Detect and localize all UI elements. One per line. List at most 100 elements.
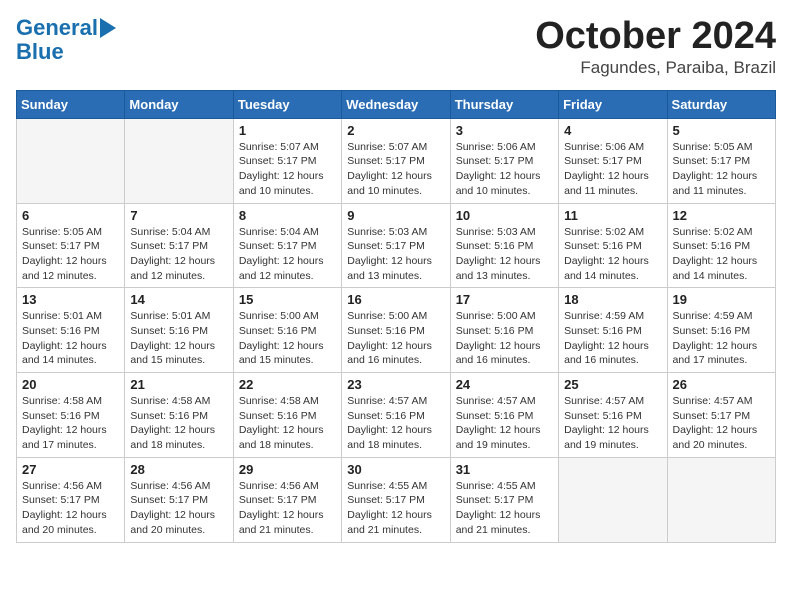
day-number: 27 xyxy=(22,462,119,477)
calendar-cell: 2 Sunrise: 5:07 AM Sunset: 5:17 PM Daylig… xyxy=(342,118,450,203)
day-number: 21 xyxy=(130,377,227,392)
day-info: Sunrise: 5:03 AM Sunset: 5:17 PM Dayligh… xyxy=(347,225,444,284)
day-number: 8 xyxy=(239,208,336,223)
weekday-header: Sunday xyxy=(17,90,125,118)
calendar-week-row: 6 Sunrise: 5:05 AM Sunset: 5:17 PM Daylig… xyxy=(17,203,776,288)
calendar-cell: 11 Sunrise: 5:02 AM Sunset: 5:16 PM Dayli… xyxy=(559,203,667,288)
calendar-cell: 12 Sunrise: 5:02 AM Sunset: 5:16 PM Dayli… xyxy=(667,203,775,288)
day-info: Sunrise: 5:01 AM Sunset: 5:16 PM Dayligh… xyxy=(130,309,227,368)
day-info: Sunrise: 4:56 AM Sunset: 5:17 PM Dayligh… xyxy=(130,479,227,538)
calendar-cell: 20Sunrise: 4:58 AM Sunset: 5:16 PM Dayli… xyxy=(17,373,125,458)
month-title: October 2024 xyxy=(535,16,776,58)
logo: General Blue xyxy=(16,16,116,64)
calendar-cell: 5 Sunrise: 5:05 AM Sunset: 5:17 PM Daylig… xyxy=(667,118,775,203)
weekday-header: Monday xyxy=(125,90,233,118)
calendar-cell: 1 Sunrise: 5:07 AM Sunset: 5:17 PM Daylig… xyxy=(233,118,341,203)
weekday-header: Wednesday xyxy=(342,90,450,118)
day-info: Sunrise: 5:01 AM Sunset: 5:16 PM Dayligh… xyxy=(22,309,119,368)
day-number: 22 xyxy=(239,377,336,392)
day-info: Sunrise: 4:57 AM Sunset: 5:17 PM Dayligh… xyxy=(673,394,770,453)
day-info: Sunrise: 4:56 AM Sunset: 5:17 PM Dayligh… xyxy=(22,479,119,538)
calendar-cell: 3Sunrise: 5:06 AM Sunset: 5:17 PM Daylig… xyxy=(450,118,558,203)
weekday-header: Thursday xyxy=(450,90,558,118)
day-number: 17 xyxy=(456,292,553,307)
day-number: 6 xyxy=(22,208,119,223)
calendar-cell xyxy=(559,457,667,542)
calendar-cell xyxy=(667,457,775,542)
calendar-cell: 18 Sunrise: 4:59 AM Sunset: 5:16 PM Dayli… xyxy=(559,288,667,373)
calendar-cell: 21 Sunrise: 4:58 AM Sunset: 5:16 PM Dayli… xyxy=(125,373,233,458)
weekday-header: Saturday xyxy=(667,90,775,118)
day-number: 31 xyxy=(456,462,553,477)
calendar-week-row: 20 Sunrise: 4:58 AM Sunset: 5:16 PM Dayli… xyxy=(17,373,776,458)
calendar-cell: 24 Sunrise: 4:57 AM Sunset: 5:16 PM Dayli… xyxy=(450,373,558,458)
day-info: Sunrise: 5:02 AM Sunset: 5:16 PM Dayligh… xyxy=(673,225,770,284)
calendar-cell: 27 Sunrise: 4:56 AM Sunset: 5:17 PM Dayli… xyxy=(17,457,125,542)
day-number: 10 xyxy=(456,208,553,223)
day-number: 26 xyxy=(673,377,770,392)
day-info: Sunrise: 4:57 AM Sunset: 5:16 PM Dayligh… xyxy=(456,394,553,453)
calendar-cell: 14 Sunrise: 5:01 AM Sunset: 5:16 PM Dayli… xyxy=(125,288,233,373)
calendar-cell: 17 Sunrise: 5:00 AM Sunset: 5:16 PM Dayli… xyxy=(450,288,558,373)
day-number: 13 xyxy=(22,292,119,307)
calendar-cell: 29Sunrise: 4:56 AM Sunset: 5:17 PM Dayli… xyxy=(233,457,341,542)
day-number: 7 xyxy=(130,208,227,223)
day-info: Sunrise: 5:00 AM Sunset: 5:16 PM Dayligh… xyxy=(456,309,553,368)
day-number: 15 xyxy=(239,292,336,307)
day-info: Sunrise: 5:00 AM Sunset: 5:16 PM Dayligh… xyxy=(347,309,444,368)
calendar-cell: 30Sunrise: 4:55 AM Sunset: 5:17 PM Dayli… xyxy=(342,457,450,542)
calendar-cell xyxy=(17,118,125,203)
day-number: 19 xyxy=(673,292,770,307)
day-number: 5 xyxy=(673,123,770,138)
day-number: 2 xyxy=(347,123,444,138)
calendar-cell: 4Sunrise: 5:06 AM Sunset: 5:17 PM Daylig… xyxy=(559,118,667,203)
day-number: 11 xyxy=(564,208,661,223)
day-info: Sunrise: 4:59 AM Sunset: 5:16 PM Dayligh… xyxy=(673,309,770,368)
day-info: Sunrise: 4:55 AM Sunset: 5:17 PM Dayligh… xyxy=(456,479,553,538)
calendar-cell: 16 Sunrise: 5:00 AM Sunset: 5:16 PM Dayli… xyxy=(342,288,450,373)
day-info: Sunrise: 4:57 AM Sunset: 5:16 PM Dayligh… xyxy=(564,394,661,453)
calendar-cell: 15 Sunrise: 5:00 AM Sunset: 5:16 PM Dayli… xyxy=(233,288,341,373)
calendar-header-row: SundayMondayTuesdayWednesdayThursdayFrid… xyxy=(17,90,776,118)
day-info: Sunrise: 5:07 AM Sunset: 5:17 PM Dayligh… xyxy=(347,140,444,199)
day-info: Sunrise: 4:58 AM Sunset: 5:16 PM Dayligh… xyxy=(239,394,336,453)
day-info: Sunrise: 5:05 AM Sunset: 5:17 PM Dayligh… xyxy=(22,225,119,284)
day-number: 18 xyxy=(564,292,661,307)
day-info: Sunrise: 5:03 AM Sunset: 5:16 PM Dayligh… xyxy=(456,225,553,284)
day-number: 20 xyxy=(22,377,119,392)
day-info: Sunrise: 5:05 AM Sunset: 5:17 PM Dayligh… xyxy=(673,140,770,199)
calendar-cell: 7Sunrise: 5:04 AM Sunset: 5:17 PM Daylig… xyxy=(125,203,233,288)
day-number: 30 xyxy=(347,462,444,477)
calendar-cell: 8 Sunrise: 5:04 AM Sunset: 5:17 PM Daylig… xyxy=(233,203,341,288)
calendar-table: SundayMondayTuesdayWednesdayThursdayFrid… xyxy=(16,90,776,543)
calendar-cell: 22 Sunrise: 4:58 AM Sunset: 5:16 PM Dayli… xyxy=(233,373,341,458)
day-number: 1 xyxy=(239,123,336,138)
calendar-cell: 26 Sunrise: 4:57 AM Sunset: 5:17 PM Dayli… xyxy=(667,373,775,458)
logo-arrow-icon xyxy=(100,18,116,38)
day-info: Sunrise: 4:58 AM Sunset: 5:16 PM Dayligh… xyxy=(130,394,227,453)
day-number: 4 xyxy=(564,123,661,138)
day-info: Sunrise: 4:56 AM Sunset: 5:17 PM Dayligh… xyxy=(239,479,336,538)
calendar-cell: 9Sunrise: 5:03 AM Sunset: 5:17 PM Daylig… xyxy=(342,203,450,288)
calendar-cell: 31 Sunrise: 4:55 AM Sunset: 5:17 PM Dayli… xyxy=(450,457,558,542)
day-number: 12 xyxy=(673,208,770,223)
day-number: 28 xyxy=(130,462,227,477)
day-info: Sunrise: 5:07 AM Sunset: 5:17 PM Dayligh… xyxy=(239,140,336,199)
weekday-header: Tuesday xyxy=(233,90,341,118)
title-block: October 2024 Fagundes, Paraiba, Brazil xyxy=(535,16,776,78)
day-number: 14 xyxy=(130,292,227,307)
day-number: 16 xyxy=(347,292,444,307)
weekday-header: Friday xyxy=(559,90,667,118)
logo-text: General xyxy=(16,16,98,40)
day-number: 3 xyxy=(456,123,553,138)
calendar-cell: 10 Sunrise: 5:03 AM Sunset: 5:16 PM Dayli… xyxy=(450,203,558,288)
day-info: Sunrise: 4:57 AM Sunset: 5:16 PM Dayligh… xyxy=(347,394,444,453)
calendar-week-row: 27 Sunrise: 4:56 AM Sunset: 5:17 PM Dayli… xyxy=(17,457,776,542)
day-number: 23 xyxy=(347,377,444,392)
day-number: 24 xyxy=(456,377,553,392)
day-info: Sunrise: 5:00 AM Sunset: 5:16 PM Dayligh… xyxy=(239,309,336,368)
day-info: Sunrise: 4:59 AM Sunset: 5:16 PM Dayligh… xyxy=(564,309,661,368)
day-info: Sunrise: 5:02 AM Sunset: 5:16 PM Dayligh… xyxy=(564,225,661,284)
calendar-cell: 28 Sunrise: 4:56 AM Sunset: 5:17 PM Dayli… xyxy=(125,457,233,542)
day-info: Sunrise: 5:04 AM Sunset: 5:17 PM Dayligh… xyxy=(239,225,336,284)
